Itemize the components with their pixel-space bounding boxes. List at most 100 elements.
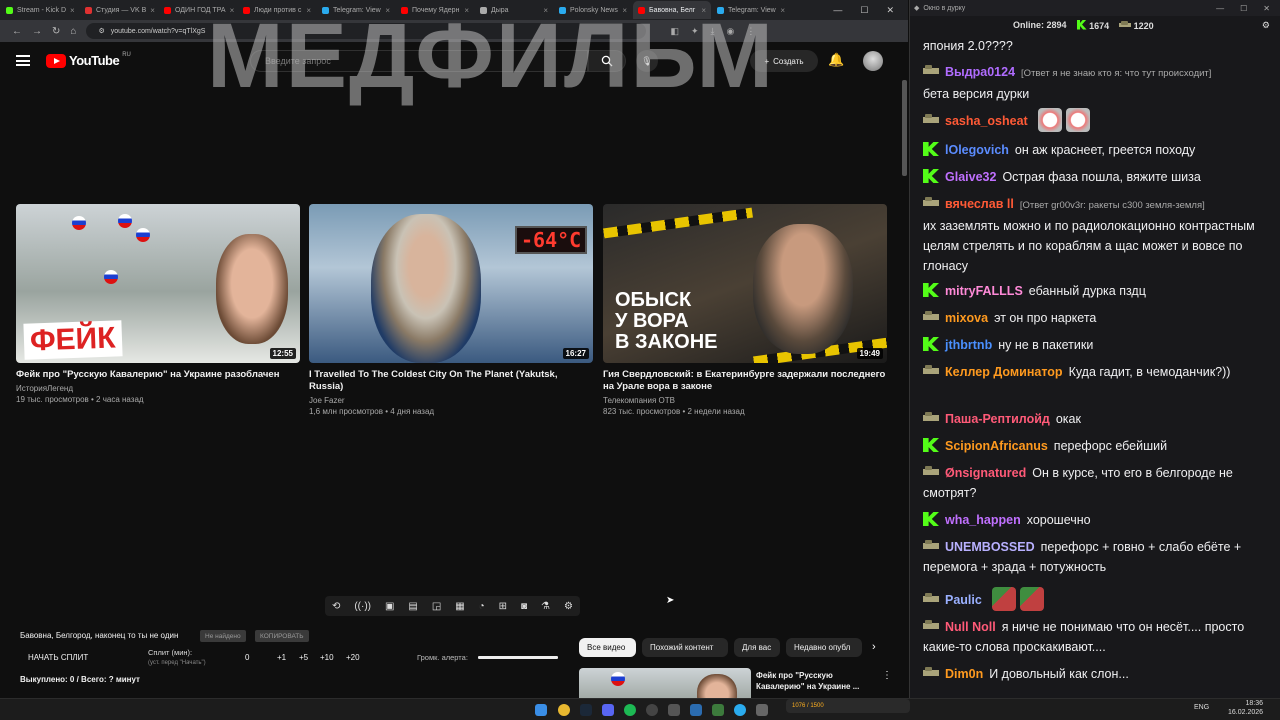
tab-close-icon[interactable]: × [230,6,235,15]
chip-all-videos[interactable]: Все видео [579,638,636,657]
tab-close-icon[interactable]: × [385,6,390,15]
chip-recent[interactable]: Недавно опубл [786,638,862,657]
chevron-right-icon[interactable]: › [872,641,876,653]
app-icon[interactable] [690,704,702,716]
start-split-button[interactable]: НАЧАТЬ СПЛИТ [28,653,88,662]
menu-icon[interactable] [16,55,30,66]
chat-username[interactable]: ScipionAfricanus [945,439,1048,453]
start-icon[interactable] [535,704,547,716]
chat-username[interactable]: Ønsignatured [945,466,1026,480]
step-button[interactable]: +10 [320,653,334,662]
reload-icon[interactable]: ↻ [52,26,60,37]
video-channel[interactable]: Joe Fazer [309,396,593,405]
add-icon[interactable]: ⊞ [499,601,507,612]
tab-close-icon[interactable]: × [150,6,155,15]
video-thumbnail[interactable]: ФЕЙК 12:55 [16,204,300,363]
chat-reply[interactable]: [Ответ я не знаю кто я: что тут происход… [1021,68,1211,79]
chat-username[interactable]: Glaive32 [945,170,996,184]
video-thumbnail[interactable]: -64°C 16:27 [309,204,593,363]
home-icon[interactable]: ⌂ [70,26,76,37]
youtube-logo[interactable]: YouTube RU [46,52,131,68]
browser-tab[interactable]: ОДИН ГОД ТРА × [159,1,237,19]
video-card[interactable]: ФЕЙК 12:55 Фейк про "Русскую Кавалерию" … [16,204,300,404]
browser-tab[interactable]: Дыра × [475,1,553,19]
video-thumbnail[interactable]: ОБЫСК У ВОРА В ЗАКОНЕ 19:49 [603,204,887,363]
minimize-icon[interactable]: — [1216,4,1224,13]
chat-username[interactable]: mitryFALLLS [945,284,1023,298]
chat-username[interactable]: Келлер Доминатор [945,365,1063,379]
browser-tab[interactable]: Бавовна, Белг × [633,1,711,19]
download-icon[interactable]: ⤓ [711,26,715,37]
browser-tab[interactable]: Студия — VK В × [80,1,158,19]
video-card[interactable]: ОБЫСК У ВОРА В ЗАКОНЕ 19:49 Гия Свердловск… [603,204,887,416]
tab-close-icon[interactable]: × [622,6,627,15]
browser-tab[interactable]: Stream - Kick D × [1,1,79,19]
create-button[interactable]: + Создать [750,50,818,72]
pip-icon[interactable]: ◲ [432,601,441,612]
step-button[interactable]: +20 [346,653,360,662]
tab-close-icon[interactable]: × [70,6,75,15]
app-icon[interactable] [756,704,768,716]
more-icon[interactable]: ⋮ [746,26,755,37]
voice-search-button[interactable]: 🎙 [636,50,658,72]
scrollbar[interactable] [902,80,907,176]
video-title[interactable]: Гия Свердловский: в Екатеринбурге задерж… [603,369,887,393]
maximize-icon[interactable]: ☐ [860,5,868,16]
chat-username[interactable]: jthbrtnb [945,338,992,352]
broadcast-icon[interactable]: ((·)) [354,601,371,612]
chip-similar[interactable]: Похожий контент [642,638,728,657]
chip-for-you[interactable]: Для вас [734,638,780,657]
chat-username[interactable]: Paulic [945,593,982,607]
related-video-thumbnail[interactable] [579,668,751,698]
clapper-icon[interactable]: ▤ [408,601,417,612]
clock[interactable]: 18:36 16.02.2026 [1228,699,1263,717]
search-button[interactable] [588,50,626,72]
subtitles-icon[interactable]: ▦ [455,601,464,612]
close-icon[interactable]: ✕ [1263,4,1270,13]
browser-tab[interactable]: Почему Ядерн × [396,1,474,19]
alert-volume-slider[interactable] [478,656,558,659]
chat-username[interactable]: mixova [945,311,988,325]
notifications-bell-icon[interactable]: 🔔 [828,52,844,68]
forward-icon[interactable]: → [32,26,42,37]
game-progress-widget[interactable]: 1076 / 1500 [786,699,910,713]
url-field[interactable]: ⚙ youtube.com/watch?v=qTlXgS [86,23,647,39]
browser-tab[interactable]: Telegram: View × [317,1,395,19]
step-button[interactable]: +1 [277,653,286,662]
video-title[interactable]: Фейк про "Русскую Кавалерию" на Украине … [16,369,300,381]
close-icon[interactable]: ✕ [886,5,894,16]
tab-close-icon[interactable]: × [464,6,469,15]
flask-icon[interactable]: ⚗ [541,601,550,612]
chat-reply[interactable]: [Ответ gr00v3r: ракеты с300 земля-земля] [1020,200,1205,211]
language-indicator[interactable]: ENG [1194,704,1209,711]
chat-username[interactable]: вячеслав ll [945,197,1014,211]
discord-icon[interactable] [602,704,614,716]
profile-icon[interactable]: ◉ [726,26,734,37]
avatar[interactable] [863,51,883,71]
chat-username[interactable]: Паша-Рептилойд [945,412,1050,426]
maximize-icon[interactable]: ☐ [1240,4,1247,13]
screen-icon[interactable]: ▣ [385,601,394,612]
chat-username[interactable]: wha_happen [945,513,1021,527]
video-channel[interactable]: Телекомпания ОТВ [603,396,887,405]
chrome-icon[interactable] [558,704,570,716]
app-icon[interactable] [668,704,680,716]
browser-tab[interactable]: Telegram: View × [712,1,790,19]
step-button[interactable]: +5 [299,653,308,662]
tab-close-icon[interactable]: × [780,6,785,15]
puzzle-icon[interactable]: ✦ [691,26,699,37]
site-info-icon[interactable]: ⚙ [98,27,104,35]
chat-username[interactable]: Null Noll [945,620,996,634]
copy-button[interactable]: КОПИРОВАТЬ [255,630,309,642]
search-input[interactable]: Введите запрос [250,50,588,72]
back-icon[interactable]: ← [12,26,22,37]
tab-close-icon[interactable]: × [306,6,311,15]
tab-close-icon[interactable]: × [543,6,548,15]
chat-settings-icon[interactable]: ⚙ [1262,20,1270,31]
app-icon[interactable] [712,704,724,716]
obs-icon[interactable] [646,704,658,716]
tab-close-icon[interactable]: × [701,6,706,15]
chat-username[interactable]: UNEMBOSSED [945,540,1035,554]
not-found-button[interactable]: Не найдено [200,630,246,642]
camera-icon[interactable]: ◙ [521,601,527,612]
